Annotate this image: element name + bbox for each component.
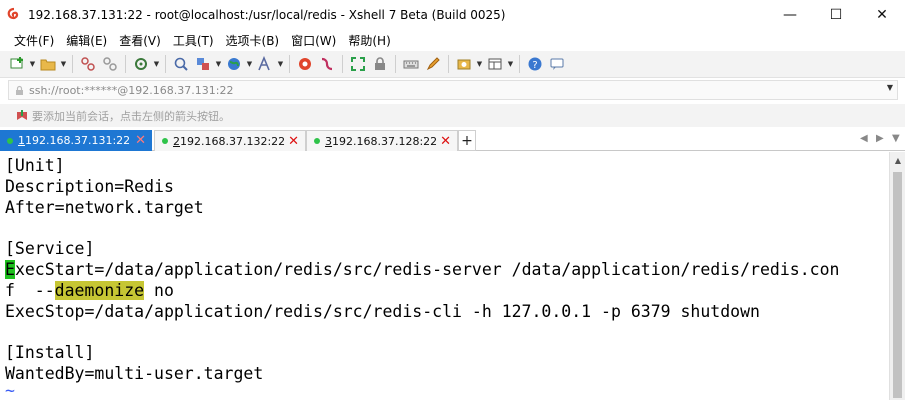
toolbar-divider bbox=[395, 55, 396, 73]
connected-status-icon bbox=[162, 138, 168, 144]
fullscreen-icon[interactable] bbox=[347, 53, 369, 75]
tab-number: 2 bbox=[173, 134, 180, 148]
menu-edit[interactable]: 编辑(E) bbox=[60, 32, 113, 49]
terminal-area[interactable]: [Unit] Description=Redis After=network.t… bbox=[0, 152, 889, 400]
address-dropdown-icon[interactable]: ▼ bbox=[887, 83, 893, 92]
xftp-icon[interactable] bbox=[316, 53, 338, 75]
toolbar-divider bbox=[72, 55, 73, 73]
session-tab-1[interactable]: 1 192.168.37.131:22 ✕ bbox=[0, 130, 152, 151]
transfer-dropdown[interactable]: ▼ bbox=[214, 53, 223, 75]
layout-icon[interactable] bbox=[484, 53, 506, 75]
menu-view[interactable]: 查看(V) bbox=[113, 32, 167, 49]
terminal-line: ExecStart=/data/application/redis/src/re… bbox=[5, 259, 839, 280]
xshell-logo-icon[interactable] bbox=[294, 53, 316, 75]
tab-label: 192.168.37.132:22 bbox=[180, 134, 286, 148]
bookmark-arrow-icon[interactable] bbox=[16, 109, 28, 122]
session-tab-3[interactable]: 3 192.168.37.128:22 ✕ bbox=[306, 130, 458, 151]
address-text: ssh://root:******@192.168.37.131:22 bbox=[29, 83, 234, 97]
minimize-button[interactable]: — bbox=[767, 0, 813, 29]
xshell-app-icon[interactable] bbox=[6, 7, 22, 23]
terminal-line: f --daemonize no bbox=[5, 280, 174, 301]
session-hint-text: 要添加当前会话，点击左侧的箭头按钮。 bbox=[32, 109, 230, 123]
terminal-scrollbar[interactable]: ▲ bbox=[889, 152, 905, 400]
session-hint-bar: 要添加当前会话，点击左侧的箭头按钮。 bbox=[0, 104, 905, 127]
address-bar[interactable]: ssh://root:******@192.168.37.131:22 ▼ bbox=[8, 80, 898, 100]
title-bar: 192.168.37.131:22 - root@localhost:/usr/… bbox=[0, 0, 905, 29]
keyboard-icon[interactable] bbox=[400, 53, 422, 75]
toolbar-divider bbox=[342, 55, 343, 73]
properties-icon[interactable] bbox=[130, 53, 152, 75]
close-tab-icon[interactable]: ✕ bbox=[440, 134, 451, 149]
menu-window[interactable]: 窗口(W) bbox=[285, 32, 342, 49]
new-session-icon[interactable] bbox=[6, 53, 28, 75]
window-controls: — ☐ ✕ bbox=[767, 0, 905, 29]
disconnect-icon[interactable] bbox=[99, 53, 121, 75]
scrollbar-thumb[interactable] bbox=[893, 172, 902, 398]
toolbar-divider bbox=[165, 55, 166, 73]
terminal-text: f -- bbox=[5, 281, 55, 300]
open-folder-dropdown[interactable]: ▼ bbox=[59, 53, 68, 75]
toolbar: ▼ ▼ ▼ ▼ ▼ ▼ ▼ ▼ ? bbox=[0, 51, 905, 78]
globe-dropdown[interactable]: ▼ bbox=[245, 53, 254, 75]
toolbar-divider bbox=[289, 55, 290, 73]
tab-label: 192.168.37.128:22 bbox=[332, 134, 438, 148]
scroll-up-icon[interactable]: ▲ bbox=[890, 152, 905, 168]
toolbar-divider bbox=[519, 55, 520, 73]
transfer-icon[interactable] bbox=[192, 53, 214, 75]
globe-icon[interactable] bbox=[223, 53, 245, 75]
new-session-dropdown[interactable]: ▼ bbox=[28, 53, 37, 75]
window-title: 192.168.37.131:22 - root@localhost:/usr/… bbox=[28, 7, 506, 22]
terminal-text: xecStart=/data/application/redis/src/red… bbox=[14, 260, 840, 279]
add-tab-button[interactable]: + bbox=[458, 130, 476, 151]
search-highlight: daemonize bbox=[54, 281, 145, 300]
search-icon[interactable] bbox=[170, 53, 192, 75]
screenshot-dropdown[interactable]: ▼ bbox=[475, 53, 484, 75]
terminal-line: [Service] bbox=[5, 239, 95, 258]
vim-tilde-line: ~ bbox=[5, 381, 15, 400]
connect-icon[interactable] bbox=[77, 53, 99, 75]
close-tab-icon[interactable]: ✕ bbox=[288, 134, 299, 149]
connected-status-icon bbox=[7, 137, 13, 144]
menu-bar: 文件(F) 编辑(E) 查看(V) 工具(T) 选项卡(B) 窗口(W) 帮助(… bbox=[0, 29, 905, 51]
terminal-text: no bbox=[144, 281, 174, 300]
terminal-line: [Unit] bbox=[5, 156, 65, 175]
tab-number: 3 bbox=[325, 134, 332, 148]
font-dropdown[interactable]: ▼ bbox=[276, 53, 285, 75]
tab-number: 1 bbox=[18, 134, 25, 147]
open-folder-icon[interactable] bbox=[37, 53, 59, 75]
highlight-pen-icon[interactable] bbox=[422, 53, 444, 75]
tab-label: 192.168.37.131:22 bbox=[25, 134, 131, 147]
terminal-line: ExecStop=/data/application/redis/src/red… bbox=[5, 302, 760, 321]
menu-help[interactable]: 帮助(H) bbox=[342, 32, 396, 49]
screenshot-icon[interactable] bbox=[453, 53, 475, 75]
menu-tabs[interactable]: 选项卡(B) bbox=[220, 32, 286, 49]
session-tab-2[interactable]: 2 192.168.37.132:22 ✕ bbox=[154, 130, 306, 151]
help-icon[interactable]: ? bbox=[524, 53, 546, 75]
terminal-line: [Install] bbox=[5, 343, 95, 362]
toolbar-divider bbox=[448, 55, 449, 73]
session-tab-bar: 1 192.168.37.131:22 ✕ 2 192.168.37.132:2… bbox=[0, 129, 905, 151]
menu-tools[interactable]: 工具(T) bbox=[167, 32, 220, 49]
menu-file[interactable]: 文件(F) bbox=[8, 32, 60, 49]
maximize-button[interactable]: ☐ bbox=[813, 0, 859, 29]
tab-menu-icon[interactable]: ▼ bbox=[892, 133, 900, 144]
connected-status-icon bbox=[314, 138, 320, 144]
properties-dropdown[interactable]: ▼ bbox=[152, 53, 161, 75]
terminal-line: After=network.target bbox=[5, 198, 204, 217]
address-lock-icon bbox=[16, 85, 23, 95]
svg-text:?: ? bbox=[532, 60, 537, 71]
terminal-line: Description=Redis bbox=[5, 177, 174, 196]
tab-next-icon[interactable]: ▶ bbox=[876, 133, 884, 144]
tab-prev-icon[interactable]: ◀ bbox=[860, 133, 868, 144]
font-icon[interactable] bbox=[254, 53, 276, 75]
toolbar-divider bbox=[125, 55, 126, 73]
terminal-line: WantedBy=multi-user.target bbox=[5, 364, 264, 383]
chat-icon[interactable] bbox=[546, 53, 568, 75]
close-tab-icon[interactable]: ✕ bbox=[135, 133, 146, 148]
close-button[interactable]: ✕ bbox=[859, 0, 905, 29]
terminal-cursor: E bbox=[5, 260, 15, 279]
lock-icon[interactable] bbox=[369, 53, 391, 75]
layout-dropdown[interactable]: ▼ bbox=[506, 53, 515, 75]
